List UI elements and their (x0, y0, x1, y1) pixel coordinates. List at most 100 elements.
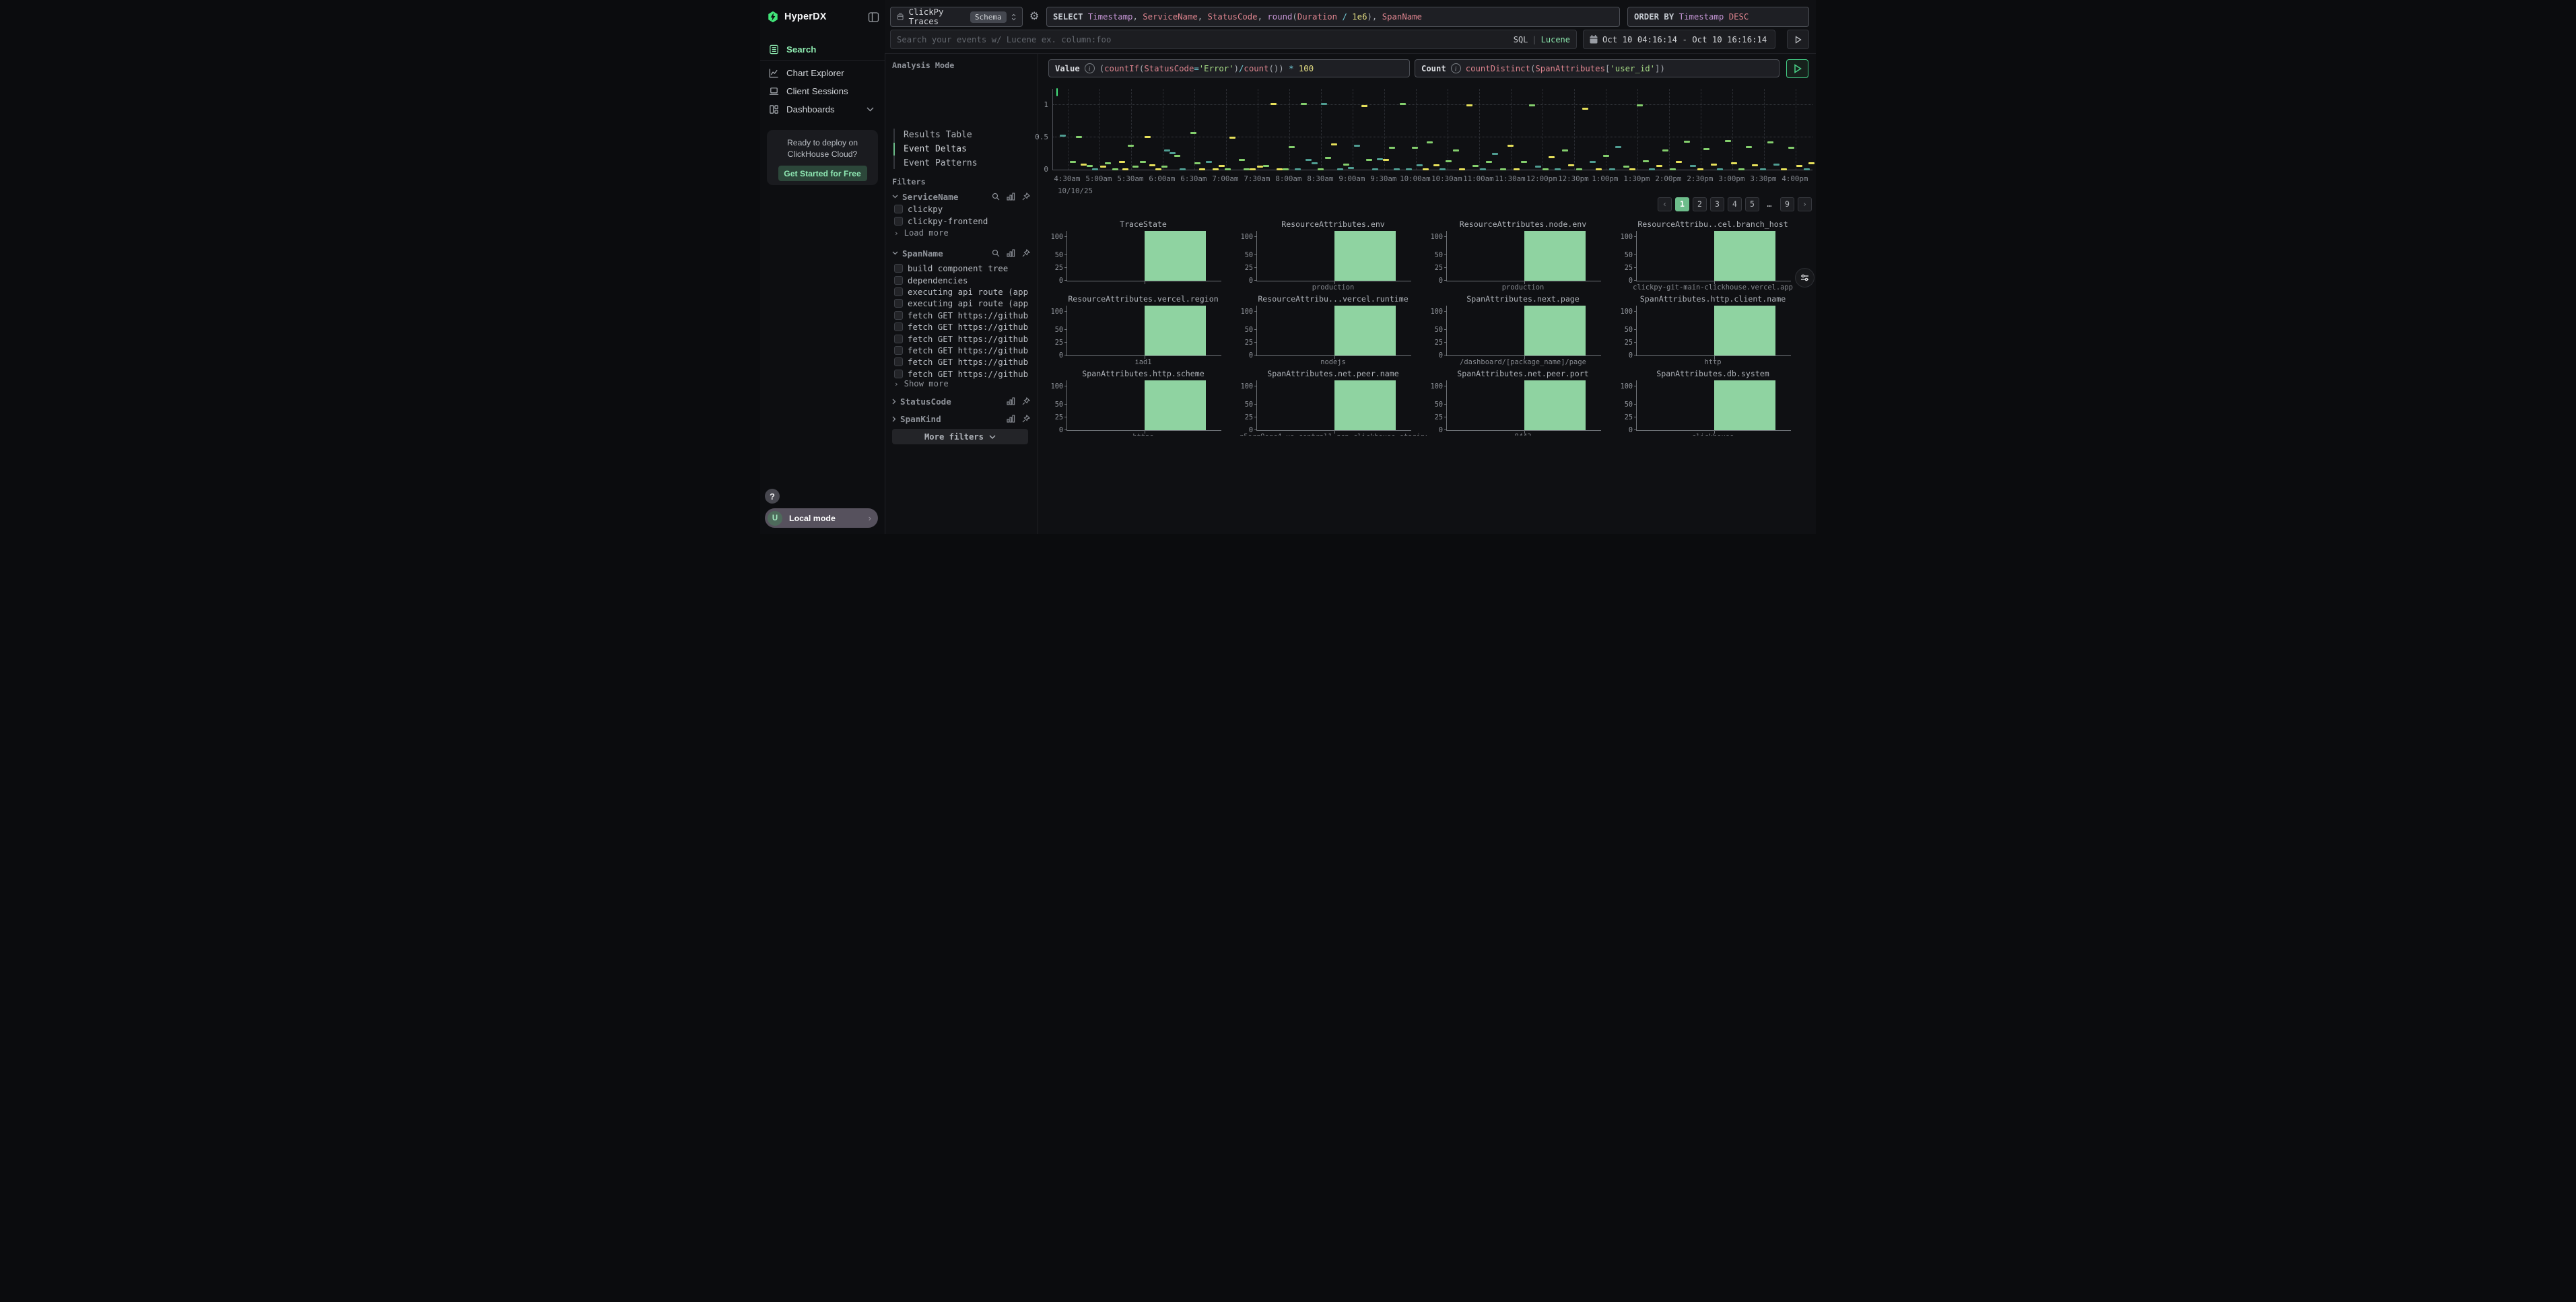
filter-option[interactable]: fetch GET https://github.… (894, 321, 1029, 333)
show-more-link[interactable]: › Show more (894, 379, 949, 388)
sidebar-item-chart-explorer[interactable]: Chart Explorer (760, 64, 885, 81)
bar-chart-icon[interactable] (1007, 193, 1015, 201)
pin-icon[interactable] (1022, 249, 1030, 257)
select-clause-input[interactable]: SELECT Timestamp, ServiceName, StatusCod… (1046, 7, 1620, 27)
checkbox[interactable] (894, 370, 903, 378)
checkbox[interactable] (894, 205, 903, 213)
x-tick-label: 2:30pm (1687, 174, 1713, 183)
source-selector[interactable]: ClickPy Traces Schema (890, 7, 1023, 27)
lucene-mode-option[interactable]: Lucene (1541, 35, 1570, 44)
filter-group-servicename[interactable]: ServiceName (892, 191, 1030, 202)
checkbox[interactable] (894, 357, 903, 366)
filter-group-statuscode[interactable]: StatusCode (892, 396, 1030, 407)
next-page-button[interactable]: › (1798, 197, 1812, 211)
page-button-2[interactable]: 2 (1693, 197, 1707, 211)
x-category-label: clickpy-git-main-clickhouse.vercel.app (1619, 283, 1806, 292)
bar[interactable] (1145, 306, 1207, 355)
filter-option[interactable]: clickpy (894, 203, 1029, 215)
data-point (1239, 159, 1245, 161)
filter-option[interactable]: fetch GET https://github.… (894, 356, 1029, 368)
mode-event-deltas[interactable]: Event Deltas (904, 144, 1025, 157)
checkbox[interactable] (894, 276, 903, 285)
x-axis-date: 10/10/25 (1058, 186, 1093, 195)
deltas-chart[interactable] (1052, 89, 1812, 170)
run-query-button[interactable] (1787, 30, 1809, 49)
data-point (1149, 164, 1155, 166)
checkbox[interactable] (894, 287, 903, 296)
checkbox[interactable] (894, 217, 903, 226)
filter-option[interactable]: build component tree (894, 263, 1029, 274)
bar[interactable] (1145, 380, 1207, 430)
checkbox[interactable] (894, 322, 903, 331)
page-button-4[interactable]: 4 (1728, 197, 1742, 211)
bar[interactable] (1714, 380, 1776, 430)
prev-page-button[interactable]: ‹ (1658, 197, 1672, 211)
order-by-input[interactable]: ORDER BY Timestamp DESC (1627, 7, 1809, 27)
x-tick-label: 9:00am (1338, 174, 1365, 183)
checkbox[interactable] (894, 299, 903, 308)
sql-mode-option[interactable]: SQL (1514, 35, 1528, 44)
sidebar-item-dashboards[interactable]: Dashboards (760, 100, 885, 118)
help-button[interactable]: ? (765, 489, 780, 504)
load-more-link[interactable]: › Load more (894, 228, 949, 238)
gear-icon[interactable]: ⚙ (1029, 9, 1039, 22)
user-menu[interactable]: U Local mode › (765, 508, 878, 528)
filter-option[interactable]: executing api route (app)… (894, 286, 1029, 298)
bar[interactable] (1714, 306, 1776, 355)
y-tick-label: 100 (1241, 308, 1253, 316)
page-button-9[interactable]: 9 (1780, 197, 1794, 211)
checkbox[interactable] (894, 311, 903, 320)
date-range-picker[interactable]: Oct 10 04:16:14 - Oct 10 16:16:14 (1583, 30, 1775, 49)
search-input[interactable]: Search your events w/ Lucene ex. column:… (890, 30, 1577, 49)
filter-option-label: clickpy-frontend (908, 216, 988, 226)
bar[interactable] (1524, 380, 1586, 430)
chart-plot: 02550100 (1256, 380, 1411, 431)
more-filters-button[interactable]: More filters (892, 429, 1028, 444)
x-tick-label: 1:00pm (1592, 174, 1618, 183)
bar[interactable] (1334, 380, 1396, 430)
filter-settings-fab[interactable] (1795, 268, 1815, 287)
page-button-5[interactable]: 5 (1745, 197, 1759, 211)
filter-option-label: fetch GET https://github.… (908, 322, 1029, 332)
sidebar-item-client-sessions[interactable]: Client Sessions (760, 82, 885, 100)
bar[interactable] (1334, 231, 1396, 281)
count-expression-input[interactable]: Count i countDistinct(SpanAttributes['us… (1415, 59, 1780, 77)
filter-option[interactable]: dependencies (894, 274, 1029, 285)
y-tick-label: 25 (1245, 339, 1253, 347)
pin-icon[interactable] (1022, 397, 1030, 405)
filter-option[interactable]: executing api route (app)… (894, 298, 1029, 309)
sidebar-collapse-icon[interactable] (868, 11, 879, 23)
search-icon[interactable] (992, 249, 1000, 257)
checkbox[interactable] (894, 335, 903, 343)
filter-option[interactable]: fetch GET https://github.… (894, 310, 1029, 321)
bar-chart-icon[interactable] (1007, 397, 1015, 405)
pin-icon[interactable] (1022, 193, 1030, 201)
pin-icon[interactable] (1022, 415, 1030, 423)
filter-option[interactable]: fetch GET https://github.… (894, 345, 1029, 356)
filter-option[interactable]: fetch GET https://github.… (894, 368, 1029, 380)
bar[interactable] (1334, 306, 1396, 355)
query-language-toggle[interactable]: SQL | Lucene (1514, 35, 1570, 44)
get-started-button[interactable]: Get Started for Free (778, 166, 867, 181)
run-analysis-button[interactable] (1786, 59, 1808, 78)
bar[interactable] (1145, 231, 1207, 281)
filter-group-spanname[interactable]: SpanName (892, 248, 1030, 259)
search-icon[interactable] (992, 193, 1000, 201)
value-expression-input[interactable]: Value i (countIf(StatusCode='Error')/cou… (1048, 59, 1410, 77)
page-button-3[interactable]: 3 (1710, 197, 1724, 211)
checkbox[interactable] (894, 264, 903, 273)
sidebar-item-search[interactable]: Search (760, 40, 885, 58)
mode-event-patterns[interactable]: Event Patterns (904, 158, 1025, 171)
filter-option[interactable]: clickpy-frontend (894, 215, 1029, 226)
checkbox[interactable] (894, 346, 903, 355)
bar[interactable] (1524, 231, 1586, 281)
bar[interactable] (1524, 306, 1586, 355)
bar-chart-icon[interactable] (1007, 415, 1015, 423)
bar[interactable] (1714, 231, 1776, 281)
page-button-1[interactable]: 1 (1675, 197, 1689, 211)
data-point (1412, 147, 1418, 149)
bar-chart-icon[interactable] (1007, 249, 1015, 257)
filter-group-spankind[interactable]: SpanKind (892, 413, 1030, 424)
filter-option[interactable]: fetch GET https://github.… (894, 333, 1029, 344)
mode-results-table[interactable]: Results Table (904, 130, 1025, 143)
